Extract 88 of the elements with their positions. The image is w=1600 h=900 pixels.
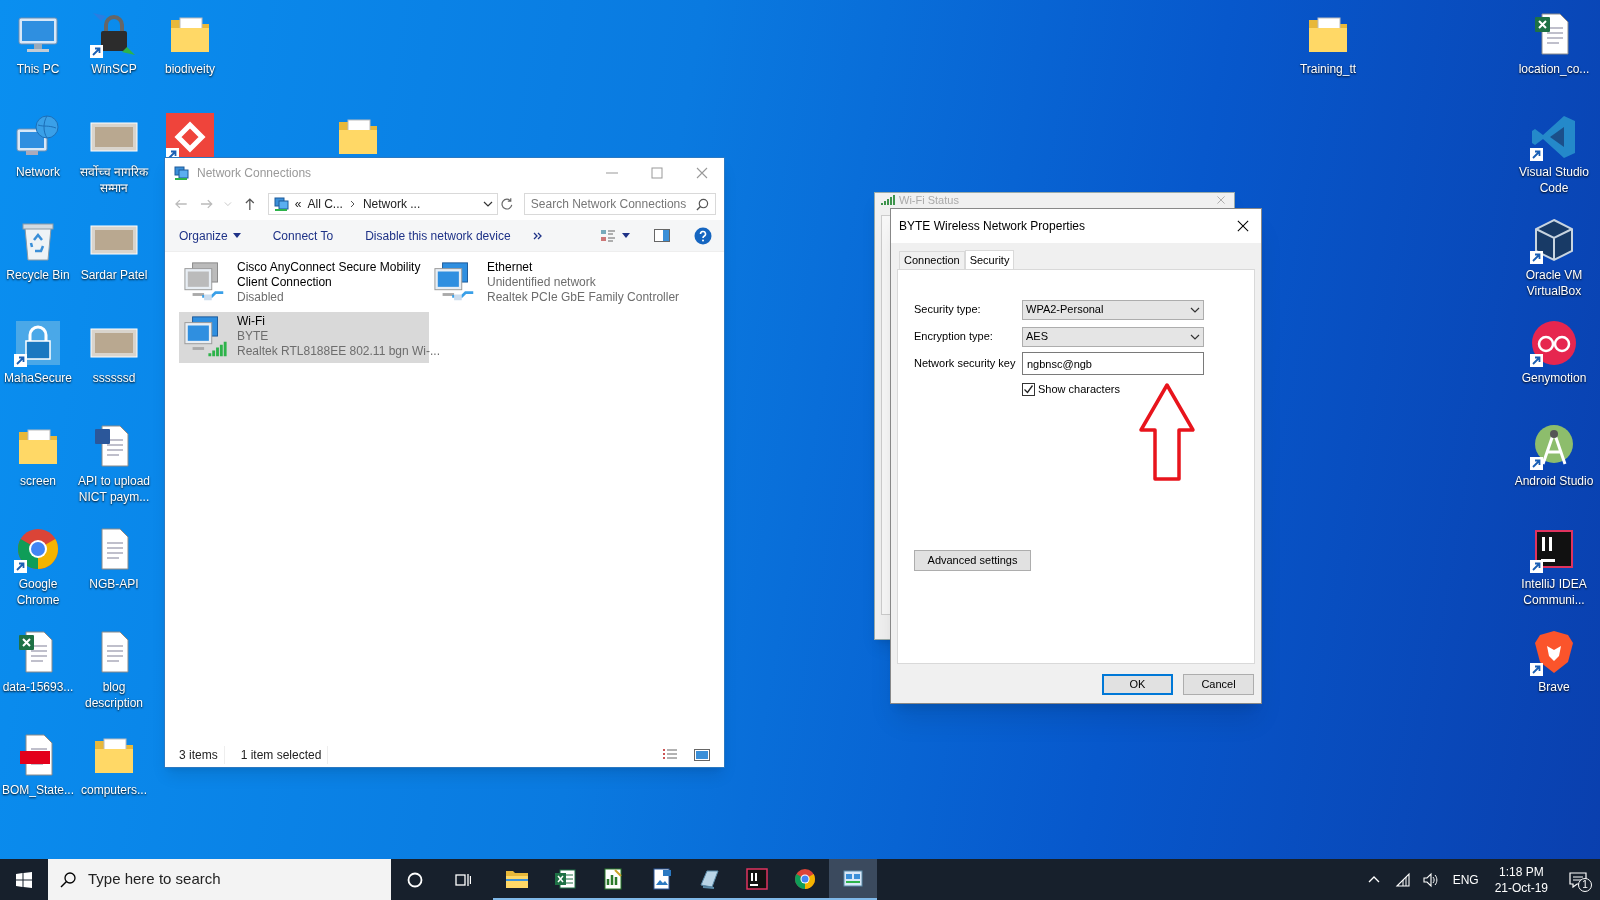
large-icons-view-icon[interactable] bbox=[694, 748, 710, 762]
search-input[interactable]: Type here to search bbox=[88, 868, 379, 891]
signal-bars-icon bbox=[881, 194, 895, 206]
desktop-icon-label[interactable]: IntelliJ IDEA Communi... bbox=[1514, 576, 1594, 608]
adapter-name: Realtek PCIe GbE Family Controller bbox=[487, 290, 680, 305]
breadcrumb-item[interactable]: Network ... bbox=[362, 195, 421, 213]
advanced-settings-button[interactable]: Advanced settings bbox=[914, 549, 1031, 571]
search-icon bbox=[60, 871, 76, 888]
status-text: 1 item selected bbox=[240, 746, 329, 764]
language-indicator[interactable]: ENG bbox=[1452, 870, 1479, 889]
desktop-icon-label[interactable]: Training_tt bbox=[1288, 61, 1368, 77]
close-icon bbox=[1216, 195, 1226, 205]
clock-time: 1:18 PM bbox=[1498, 863, 1544, 880]
clock-date: 21-Oct-19 bbox=[1494, 879, 1548, 896]
taskbar-app-button[interactable] bbox=[829, 859, 877, 900]
caret-icon bbox=[232, 232, 241, 239]
connection-item[interactable]: Cisco AnyConnect Secure Mobility Client Connection Disabled bbox=[179, 258, 429, 309]
notification-count: 1 bbox=[1578, 878, 1592, 892]
key-input-field[interactable]: ngbnsc@ngb bbox=[1022, 352, 1204, 375]
desktop-icon-label[interactable]: Brave bbox=[1514, 679, 1594, 695]
chart-document-icon bbox=[601, 866, 625, 891]
volume-icon[interactable] bbox=[1422, 871, 1439, 888]
action-center-button[interactable]: 1 bbox=[1556, 859, 1600, 900]
more-chevron-icon[interactable] bbox=[532, 230, 543, 241]
ide-logo-icon bbox=[745, 866, 769, 891]
connection-name: Cisco AnyConnect Secure Mobility Client Connection bbox=[237, 260, 422, 290]
adapter-name: Realtek RTL8188EE 802.11 bgn Wi-... bbox=[237, 344, 440, 359]
view-options-icon[interactable] bbox=[600, 228, 616, 243]
windows-logo-icon bbox=[16, 871, 32, 888]
refresh-icon[interactable] bbox=[500, 197, 514, 211]
breadcrumb-item[interactable]: All C... bbox=[307, 195, 343, 213]
field-label: Encryption type: bbox=[914, 329, 994, 345]
padlock-icon[interactable] bbox=[14, 319, 62, 367]
desktop-icon-label[interactable]: location_co... bbox=[1514, 61, 1594, 77]
padlock-arrows-icon[interactable] bbox=[90, 10, 138, 58]
code-editor-logo-icon[interactable] bbox=[1530, 113, 1578, 161]
address-dropdown-icon bbox=[483, 199, 494, 209]
two-rings-logo-icon[interactable] bbox=[1530, 319, 1578, 367]
show-characters-checkbox[interactable]: Show characters bbox=[1022, 381, 1120, 398]
search-input[interactable]: Search Network Connections bbox=[530, 195, 696, 213]
dialog-tab[interactable]: Connection bbox=[899, 251, 965, 269]
taskbar-search-box[interactable]: Type here to search bbox=[48, 859, 391, 900]
spreadsheet-icon bbox=[553, 866, 577, 891]
dropdown[interactable]: AES bbox=[1022, 326, 1204, 347]
status-text: 3 items bbox=[179, 746, 225, 764]
checkmark-icon bbox=[1023, 383, 1034, 395]
breadcrumb-item[interactable]: « bbox=[294, 195, 302, 213]
field-label: Network security key bbox=[914, 356, 1017, 372]
clock[interactable]: 1:18 PM 21-Oct-19 bbox=[1486, 863, 1556, 896]
dialog-button[interactable]: OK bbox=[1102, 674, 1173, 695]
desktop-icon-label[interactable]: Visual Studio Code bbox=[1514, 164, 1594, 196]
search-icon bbox=[696, 197, 709, 211]
toolbar-button[interactable]: Organize bbox=[177, 226, 243, 245]
chrome-icon bbox=[793, 866, 817, 891]
desktop-icon-label[interactable]: Oracle VM VirtualBox bbox=[1514, 267, 1594, 299]
caret-icon[interactable] bbox=[622, 232, 630, 239]
network-icon[interactable] bbox=[1394, 871, 1411, 888]
dialog-tab[interactable]: Security bbox=[964, 250, 1015, 270]
preview-pane-icon[interactable] bbox=[654, 229, 670, 242]
search-box[interactable]: Search Network Connections bbox=[523, 193, 716, 215]
maximize-icon bbox=[649, 166, 664, 180]
connection-status: Disabled bbox=[237, 290, 285, 305]
task-view-icon bbox=[455, 871, 471, 888]
toolbar-button[interactable]: Connect To bbox=[270, 226, 336, 245]
toolbar-button[interactable]: Disable this network device bbox=[363, 226, 513, 245]
network-folder-icon bbox=[272, 196, 289, 212]
help-icon[interactable] bbox=[694, 226, 712, 245]
close-icon bbox=[1237, 220, 1249, 232]
window-title: Wi-Fi Status bbox=[899, 194, 959, 206]
breadcrumb-chevron-icon bbox=[348, 200, 357, 208]
desktop-icon-label[interactable]: Genymotion bbox=[1514, 370, 1594, 386]
connection-name: Wi-Fi bbox=[237, 314, 266, 329]
dialog-button[interactable]: Cancel bbox=[1183, 674, 1254, 695]
close-icon bbox=[694, 166, 709, 180]
network-folder-icon bbox=[173, 165, 189, 181]
address-bar[interactable]: « All C... Network ... bbox=[267, 193, 499, 215]
dropdown[interactable]: WPA2-Personal bbox=[1022, 299, 1204, 320]
ring-icon bbox=[407, 871, 423, 888]
connection-item[interactable]: Ethernet Unidentified network Realtek PCIe GbE Family Controller bbox=[429, 258, 679, 309]
desktop-icon-label[interactable]: Android Studio bbox=[1514, 473, 1594, 489]
dialog-title: BYTE Wireless Network Properties bbox=[899, 218, 1086, 235]
connection-status: BYTE bbox=[237, 329, 270, 344]
details-view-icon[interactable] bbox=[662, 748, 678, 762]
field-label: Security type: bbox=[914, 302, 982, 318]
connection-status: Unidentified network bbox=[487, 275, 597, 290]
connection-name: Ethernet bbox=[487, 260, 534, 275]
notification-icon bbox=[1569, 871, 1587, 888]
window-title: Network Connections bbox=[197, 165, 312, 182]
